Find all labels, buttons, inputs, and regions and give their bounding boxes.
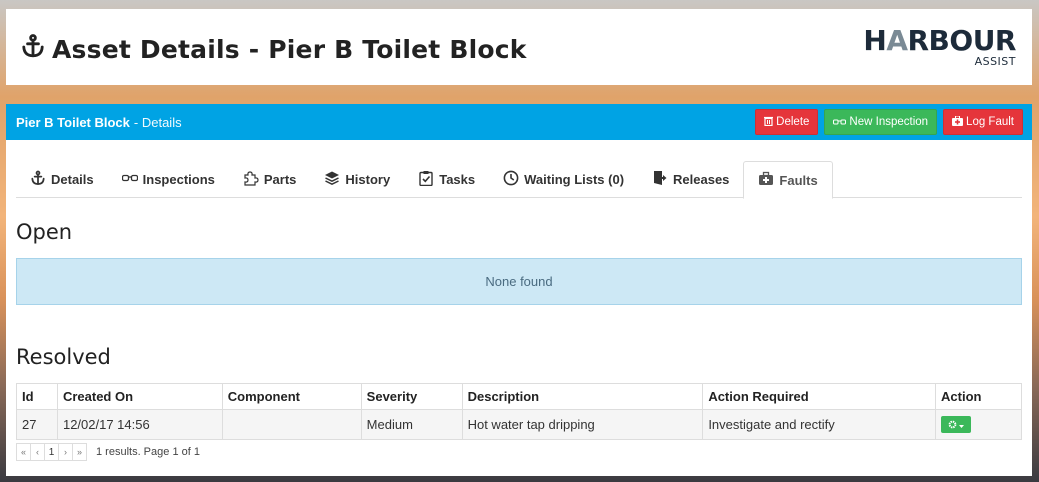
row-actions-dropdown-button[interactable] <box>941 416 972 433</box>
asset-tabs: Details Inspections Parts History Tasks … <box>16 161 1022 199</box>
tab-tasks[interactable]: Tasks <box>404 161 489 198</box>
open-empty-alert: None found <box>16 258 1022 305</box>
cell-component <box>221 409 362 440</box>
column-header-id[interactable]: Id <box>16 383 58 410</box>
anchor-icon <box>30 170 46 189</box>
anchor-icon <box>20 33 46 65</box>
asset-panel: Pier B Toilet Block - Details Delete New… <box>6 104 1032 476</box>
column-header-component[interactable]: Component <box>221 383 362 410</box>
page-title: Asset Details - Pier B Toilet Block <box>20 33 527 65</box>
delete-button[interactable]: Delete <box>755 109 819 135</box>
table-row[interactable]: 27 12/02/17 14:56 Medium Hot water tap d… <box>16 409 1022 440</box>
clock-icon <box>503 170 519 189</box>
log-fault-button[interactable]: Log Fault <box>943 109 1023 135</box>
tab-parts[interactable]: Parts <box>229 161 311 198</box>
column-header-description[interactable]: Description <box>461 383 704 410</box>
tab-waiting-lists[interactable]: Waiting Lists (0) <box>489 161 638 198</box>
last-page-button[interactable]: » <box>72 443 87 461</box>
column-header-severity[interactable]: Severity <box>360 383 463 410</box>
open-section-title: Open <box>16 220 73 244</box>
resolved-section-title: Resolved <box>16 345 111 369</box>
cell-severity: Medium <box>360 409 463 440</box>
glasses-icon <box>833 116 847 128</box>
caret-down-icon <box>959 417 965 432</box>
page-number-input[interactable]: 1 <box>44 443 59 461</box>
medkit-icon <box>758 171 774 190</box>
column-header-action-required[interactable]: Action Required <box>702 383 937 410</box>
breadcrumb-section: - Details <box>133 114 182 130</box>
new-inspection-button[interactable]: New Inspection <box>824 109 938 135</box>
exit-door-icon <box>652 170 668 189</box>
pagination: « ‹ 1 › » 1 results. Page 1 of 1 <box>16 443 200 461</box>
pagination-info: 1 results. Page 1 of 1 <box>96 446 200 458</box>
gear-icon <box>948 417 957 432</box>
resolved-faults-table: Id Created On Component Severity Descrip… <box>16 383 1022 440</box>
harbour-assist-logo: HARBOUR ASSIST <box>863 24 1016 68</box>
column-header-created-on[interactable]: Created On <box>56 383 223 410</box>
tab-releases[interactable]: Releases <box>638 161 743 198</box>
tab-faults[interactable]: Faults <box>743 161 833 199</box>
clipboard-check-icon <box>418 170 434 189</box>
cell-id: 27 <box>16 409 58 440</box>
first-page-button[interactable]: « <box>16 443 31 461</box>
medkit-icon <box>952 115 964 129</box>
puzzle-icon <box>243 170 259 189</box>
tab-history[interactable]: History <box>310 161 404 198</box>
glasses-icon <box>121 170 138 189</box>
cell-action <box>935 409 1022 440</box>
breadcrumb-asset: Pier B Toilet Block <box>16 114 130 130</box>
cell-action-required: Investigate and rectify <box>702 409 937 440</box>
page-title-text: Asset Details - Pier B Toilet Block <box>52 34 527 64</box>
trash-icon <box>764 116 774 129</box>
cell-description: Hot water tap dripping <box>461 409 704 440</box>
cell-created-on: 12/02/17 14:56 <box>56 409 223 440</box>
layers-icon <box>324 170 340 189</box>
tab-inspections[interactable]: Inspections <box>108 161 229 198</box>
page-header: Asset Details - Pier B Toilet Block HARB… <box>6 9 1032 85</box>
column-header-action: Action <box>935 383 1022 410</box>
table-header-row: Id Created On Component Severity Descrip… <box>16 383 1022 410</box>
prev-page-button[interactable]: ‹ <box>30 443 45 461</box>
next-page-button[interactable]: › <box>58 443 73 461</box>
panel-heading: Pier B Toilet Block - Details Delete New… <box>6 104 1032 140</box>
tab-details[interactable]: Details <box>16 161 108 198</box>
